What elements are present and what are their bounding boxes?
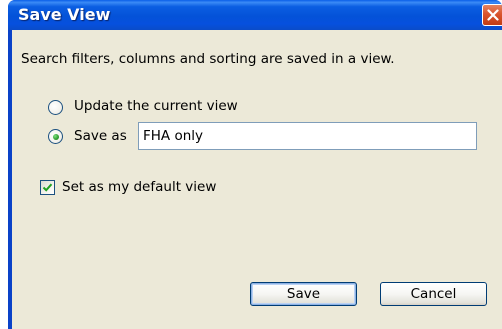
title-bar[interactable]: Save View xyxy=(8,0,502,30)
update-current-view-radio[interactable] xyxy=(48,100,63,115)
cancel-button[interactable]: Cancel xyxy=(380,282,487,306)
checkmark-icon xyxy=(42,183,53,192)
dialog-description: Search filters, columns and sorting are … xyxy=(21,51,395,67)
close-button[interactable] xyxy=(482,4,502,26)
update-current-view-label[interactable]: Update the current view xyxy=(74,97,238,115)
dialog-title: Save View xyxy=(18,5,111,24)
save-as-name-input[interactable] xyxy=(138,122,477,150)
close-x-icon xyxy=(487,9,499,21)
save-as-label[interactable]: Save as xyxy=(74,127,127,145)
default-view-checkbox[interactable] xyxy=(40,180,55,195)
save-as-radio[interactable] xyxy=(48,129,63,144)
default-view-label[interactable]: Set as my default view xyxy=(62,178,216,196)
save-button[interactable]: Save xyxy=(250,282,357,306)
radio-selected-dot xyxy=(52,133,59,140)
